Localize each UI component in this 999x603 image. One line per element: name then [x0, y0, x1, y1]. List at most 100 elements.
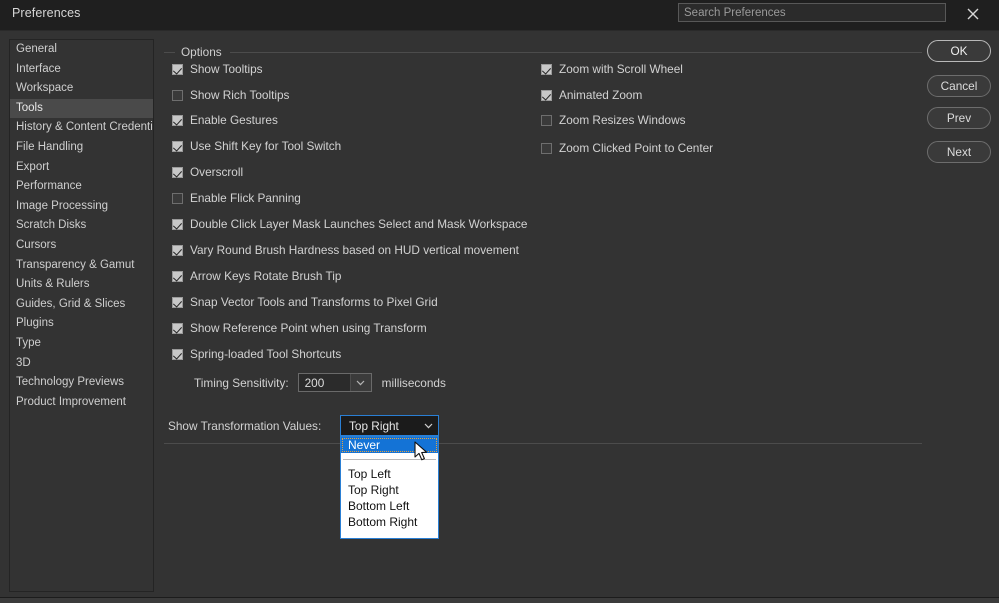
checkbox-checked-icon[interactable] — [541, 89, 552, 101]
dropdown-option-label: Never — [348, 438, 381, 452]
checkbox-animated-zoom[interactable]: Animated Zoom — [541, 88, 642, 102]
checkbox-label: Overscroll — [190, 165, 244, 179]
sidebar-item-transparency-gamut[interactable]: Transparency & Gamut — [10, 256, 153, 276]
sidebar-item-history-content-credentials[interactable]: History & Content Credentials — [10, 118, 153, 138]
sidebar-item-export[interactable]: Export — [10, 158, 153, 178]
checkbox-label: Zoom Resizes Windows — [559, 113, 686, 127]
next-button[interactable]: Next — [927, 141, 991, 163]
sidebar-item-label: Transparency & Gamut — [16, 258, 135, 271]
sidebar-item-plugins[interactable]: Plugins — [10, 314, 153, 334]
dropdown-option-label: Bottom Right — [348, 515, 418, 529]
sidebar-item-scratch-disks[interactable]: Scratch Disks — [10, 216, 153, 236]
sidebar-item-label: Interface — [16, 62, 61, 75]
timing-sensitivity-combo[interactable]: 200 — [297, 373, 372, 392]
checkbox-double-click-layer-mask-launches-select-and-mask-workspace[interactable]: Double Click Layer Mask Launches Select … — [172, 217, 527, 231]
sidebar-item-label: Workspace — [16, 82, 74, 95]
titlebar: Preferences — [0, 0, 999, 31]
bottom-strip — [0, 597, 999, 603]
sidebar-item-label: Scratch Disks — [16, 219, 87, 232]
checkbox-snap-vector-tools-and-transforms-to-pixel-grid[interactable]: Snap Vector Tools and Transforms to Pixe… — [172, 295, 438, 309]
dropdown-option-top-right[interactable]: Top Right — [341, 482, 438, 498]
timing-sensitivity-label: Timing Sensitivity: — [194, 375, 289, 390]
sidebar-item-label: Performance — [16, 180, 82, 193]
show-transformation-values-dropdown[interactable]: Never Top Left Top Right Bottom Left Bottom … — [340, 436, 439, 539]
checkbox-checked-icon[interactable] — [172, 218, 183, 230]
show-transformation-values-label: Show Transformation Values: — [168, 419, 322, 433]
checkbox-label: Enable Flick Panning — [190, 191, 301, 205]
checkbox-vary-round-brush-hardness-based-on-hud-vertical-movement[interactable]: Vary Round Brush Hardness based on HUD v… — [172, 243, 519, 257]
sidebar-item-image-processing[interactable]: Image Processing — [10, 197, 153, 217]
checkbox-zoom-with-scroll-wheel[interactable]: Zoom with Scroll Wheel — [541, 62, 683, 76]
checkbox-use-shift-key-for-tool-switch[interactable]: Use Shift Key for Tool Switch — [172, 139, 341, 153]
checkbox-checked-icon[interactable] — [172, 63, 183, 75]
checkbox-checked-icon[interactable] — [172, 348, 183, 360]
checkbox-checked-icon[interactable] — [172, 270, 183, 282]
sidebar-item-interface[interactable]: Interface — [10, 60, 153, 80]
checkbox-checked-icon[interactable] — [172, 114, 183, 126]
window-title: Preferences — [12, 6, 81, 20]
checkbox-checked-icon[interactable] — [172, 244, 183, 256]
checkbox-checked-icon[interactable] — [172, 166, 183, 178]
sidebar-item-label: Tools — [16, 101, 43, 114]
checkbox-unchecked-icon[interactable] — [541, 114, 552, 126]
group-border-right — [230, 52, 922, 53]
checkbox-enable-gestures[interactable]: Enable Gestures — [172, 113, 278, 127]
sidebar-item-label: Image Processing — [16, 199, 109, 212]
checkbox-label: Zoom Clicked Point to Center — [559, 141, 714, 155]
sidebar-item-performance[interactable]: Performance — [10, 177, 153, 197]
show-transformation-values-combo[interactable]: Top Right — [340, 415, 439, 436]
sidebar-item-label: 3D — [16, 356, 31, 369]
show-transformation-values-selected: Top Right — [349, 418, 399, 433]
checkbox-label: Show Reference Point when using Transfor… — [190, 321, 427, 335]
checkbox-label: Show Tooltips — [190, 62, 263, 76]
checkbox-show-rich-tooltips[interactable]: Show Rich Tooltips — [172, 88, 289, 102]
prev-button[interactable]: Prev — [927, 107, 991, 129]
checkbox-checked-icon[interactable] — [172, 296, 183, 308]
show-transformation-values-arrow[interactable] — [418, 423, 438, 429]
checkbox-label: Spring-loaded Tool Shortcuts — [190, 347, 342, 361]
checkbox-enable-flick-panning[interactable]: Enable Flick Panning — [172, 191, 301, 205]
sidebar-item-label: Cursors — [16, 238, 57, 251]
checkbox-show-reference-point-when-using-transform[interactable]: Show Reference Point when using Transfor… — [172, 321, 427, 335]
cancel-button[interactable]: Cancel — [927, 75, 991, 97]
sidebar-item-label: General — [16, 43, 57, 55]
checkbox-checked-icon[interactable] — [172, 140, 183, 152]
dropdown-option-top-left[interactable]: Top Left — [341, 466, 438, 482]
dropdown-option-never[interactable]: Never — [341, 437, 438, 453]
checkbox-overscroll[interactable]: Overscroll — [172, 165, 243, 179]
timing-sensitivity-row: Timing Sensitivity: 200 milliseconds — [194, 373, 446, 392]
dropdown-option-bottom-right[interactable]: Bottom Right — [341, 514, 438, 530]
sidebar-item-workspace[interactable]: Workspace — [10, 79, 153, 99]
sidebar-item-general[interactable]: General — [10, 40, 153, 60]
sidebar-item-guides-grid-slices[interactable]: Guides, Grid & Slices — [10, 295, 153, 315]
close-button[interactable] — [960, 3, 986, 25]
checkbox-unchecked-icon[interactable] — [172, 192, 183, 204]
checkbox-zoom-clicked-point-to-center[interactable]: Zoom Clicked Point to Center — [541, 141, 713, 155]
timing-sensitivity-value[interactable]: 200 — [299, 374, 350, 391]
category-sidebar[interactable]: General Interface Workspace Tools History & … — [9, 39, 154, 592]
timing-sensitivity-dropdown-button[interactable] — [349, 374, 371, 391]
checkbox-zoom-resizes-windows[interactable]: Zoom Resizes Windows — [541, 113, 686, 127]
dropdown-option-bottom-left[interactable]: Bottom Left — [341, 498, 438, 514]
checkbox-spring-loaded-tool-shortcuts[interactable]: Spring-loaded Tool Shortcuts — [172, 347, 341, 361]
search-input[interactable] — [678, 3, 946, 22]
sidebar-item-3d[interactable]: 3D — [10, 354, 153, 374]
sidebar-item-type[interactable]: Type — [10, 334, 153, 354]
checkbox-checked-icon[interactable] — [541, 63, 552, 75]
chevron-down-icon — [424, 423, 432, 428]
checkbox-checked-icon[interactable] — [172, 322, 183, 334]
checkbox-show-tooltips[interactable]: Show Tooltips — [172, 62, 263, 76]
close-icon — [967, 8, 979, 20]
ok-button[interactable]: OK — [927, 40, 991, 62]
sidebar-item-label: Product Improvement — [16, 395, 126, 408]
sidebar-item-units-rulers[interactable]: Units & Rulers — [10, 275, 153, 295]
checkbox-unchecked-icon[interactable] — [541, 142, 552, 154]
checkbox-unchecked-icon[interactable] — [172, 89, 183, 101]
sidebar-item-cursors[interactable]: Cursors — [10, 236, 153, 256]
sidebar-item-product-improvement[interactable]: Product Improvement — [10, 393, 153, 413]
sidebar-item-file-handling[interactable]: File Handling — [10, 138, 153, 158]
sidebar-item-tools[interactable]: Tools — [10, 98, 153, 119]
checkbox-arrow-keys-rotate-brush-tip[interactable]: Arrow Keys Rotate Brush Tip — [172, 269, 341, 283]
sidebar-item-technology-previews[interactable]: Technology Previews — [10, 373, 153, 393]
dropdown-option-label: Top Right — [348, 483, 399, 497]
